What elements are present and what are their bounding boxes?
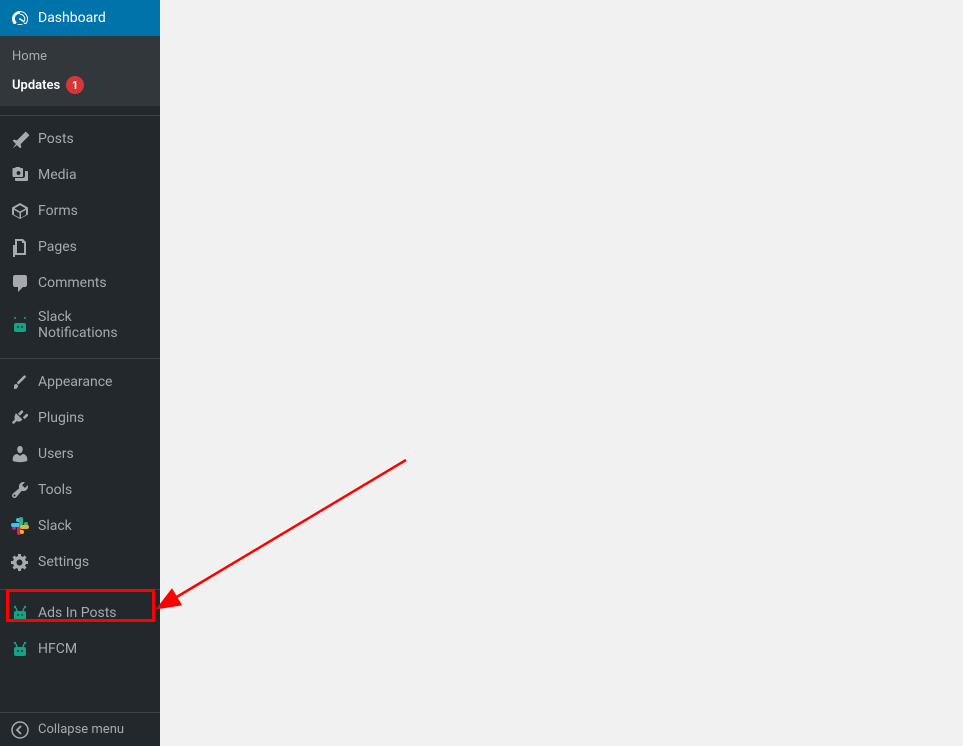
admin-sidebar: Dashboard Home Updates 1 Posts Media For… <box>0 0 160 746</box>
sidebar-item-label: Users <box>38 446 74 462</box>
sidebar-item-label: Appearance <box>38 374 112 390</box>
settings-icon <box>10 552 30 572</box>
plugin-icon <box>10 408 30 428</box>
comments-icon <box>10 273 30 293</box>
robot-icon <box>10 639 30 659</box>
forms-icon <box>10 201 30 221</box>
media-icon <box>10 165 30 185</box>
wrench-icon <box>10 480 30 500</box>
sidebar-item-appearance[interactable]: Appearance <box>0 364 160 400</box>
sidebar-item-dashboard[interactable]: Dashboard <box>0 0 160 36</box>
sidebar-item-posts[interactable]: Posts <box>0 121 160 157</box>
robot-icon <box>10 315 30 335</box>
sidebar-item-users[interactable]: Users <box>0 436 160 472</box>
sidebar-item-label: Comments <box>38 275 107 291</box>
sidebar-item-ads-in-posts[interactable]: Ads In Posts <box>0 595 160 631</box>
user-icon <box>10 444 30 464</box>
menu-separator <box>0 585 160 590</box>
sidebar-item-label: Dashboard <box>38 10 106 26</box>
dashboard-submenu: Home Updates 1 <box>0 36 160 106</box>
sidebar-item-label: Posts <box>38 131 74 147</box>
sidebar-item-tools[interactable]: Tools <box>0 472 160 508</box>
sidebar-item-label: Plugins <box>38 410 84 426</box>
submenu-item-label: Home <box>12 49 47 64</box>
sidebar-item-label: HFCM <box>38 641 77 657</box>
sidebar-item-pages[interactable]: Pages <box>0 229 160 265</box>
submenu-item-home[interactable]: Home <box>0 42 160 70</box>
brush-icon <box>10 372 30 392</box>
sidebar-item-label: Slack Notifications <box>38 309 150 341</box>
sidebar-item-label: Tools <box>38 482 72 498</box>
menu-separator <box>0 354 160 359</box>
sidebar-item-forms[interactable]: Forms <box>0 193 160 229</box>
dashboard-icon <box>10 8 30 28</box>
sidebar-item-settings[interactable]: Settings <box>0 544 160 580</box>
slack-icon <box>10 516 30 536</box>
sidebar-item-label: Settings <box>38 554 89 570</box>
sidebar-item-hfcm[interactable]: HFCM <box>0 631 160 667</box>
sidebar-item-slack[interactable]: Slack <box>0 508 160 544</box>
submenu-item-updates[interactable]: Updates 1 <box>0 70 160 100</box>
sidebar-item-label: Slack <box>38 518 72 534</box>
sidebar-item-label: Media <box>38 167 77 183</box>
collapse-icon <box>10 720 30 740</box>
sidebar-item-plugins[interactable]: Plugins <box>0 400 160 436</box>
sidebar-item-label: Ads In Posts <box>38 605 117 621</box>
sidebar-item-slack-notifications[interactable]: Slack Notifications <box>0 301 160 349</box>
sidebar-item-label: Pages <box>38 239 77 255</box>
collapse-menu-button[interactable]: Collapse menu <box>0 712 160 746</box>
robot-icon <box>10 603 30 623</box>
pin-icon <box>10 129 30 149</box>
submenu-item-label: Updates <box>12 78 60 93</box>
sidebar-item-media[interactable]: Media <box>0 157 160 193</box>
updates-badge: 1 <box>66 76 84 94</box>
current-indicator-arrow <box>160 10 168 26</box>
collapse-label: Collapse menu <box>38 722 124 737</box>
sidebar-item-label: Forms <box>38 203 78 219</box>
menu-separator <box>0 111 160 116</box>
sidebar-item-comments[interactable]: Comments <box>0 265 160 301</box>
pages-icon <box>10 237 30 257</box>
